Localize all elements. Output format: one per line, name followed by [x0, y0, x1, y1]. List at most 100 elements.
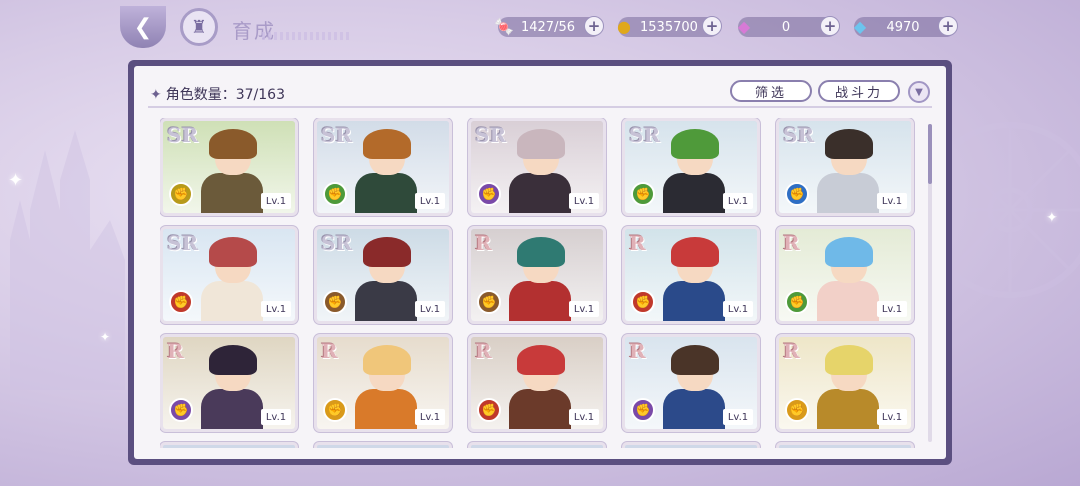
rarity-badge: R [783, 339, 800, 363]
sort-order-toggle[interactable]: ▼ [908, 81, 930, 103]
scrollbar-thumb[interactable] [928, 124, 932, 184]
scrollbar[interactable] [928, 124, 932, 442]
resource-pink-gem: ◆ 0 + [738, 16, 840, 37]
portrait-hair [363, 237, 411, 267]
character-portrait [663, 237, 725, 321]
portrait-body [663, 173, 725, 213]
portrait-body [201, 281, 263, 321]
element-icon: ✊ [323, 398, 347, 422]
element-icon: ✊ [169, 398, 193, 422]
character-portrait [817, 129, 879, 213]
element-icon: ✊ [323, 182, 347, 206]
element-icon: ✊ [477, 182, 501, 206]
level-label: Lv.1 [569, 301, 599, 317]
roster-inner: ✦ 角色数量：37/163 筛选 战斗力 ▼ SR ✊ Lv.1 SR ✊ Lv.1 SR ✊ L… [134, 66, 946, 459]
character-card[interactable]: R ✊ Lv.1 [776, 226, 914, 324]
character-card[interactable]: SR ✊ Lv.1 [468, 118, 606, 216]
portrait-body [509, 281, 571, 321]
rarity-badge: R [475, 339, 492, 363]
level-label: Lv.1 [261, 301, 291, 317]
portrait-hair [671, 129, 719, 159]
character-card-partial[interactable] [468, 442, 606, 448]
sort-button[interactable]: 战斗力 [818, 80, 900, 102]
add-blue-gem-button[interactable]: + [938, 16, 958, 36]
portrait-body [817, 281, 879, 321]
character-portrait [355, 345, 417, 429]
character-card[interactable]: SR ✊ Lv.1 [160, 226, 298, 324]
resource-stamina: 🍬 1427/56 + [494, 16, 604, 37]
portrait-hair [825, 345, 873, 375]
element-icon: ✊ [169, 182, 193, 206]
back-button[interactable]: ❮ [120, 6, 166, 48]
add-pink-gem-button[interactable]: + [820, 16, 840, 36]
top-bar: ❮ ♜ 育成 🍬 1427/56 + ● 1535700 + ◆ 0 + ◆ 4… [0, 0, 1080, 56]
element-icon: ✊ [631, 182, 655, 206]
element-icon: ✊ [785, 398, 809, 422]
level-label: Lv.1 [877, 409, 907, 425]
character-roster-panel: ✦ 角色数量：37/163 筛选 战斗力 ▼ SR ✊ Lv.1 SR ✊ Lv.1 SR ✊ L… [128, 60, 952, 465]
portrait-hair [363, 129, 411, 159]
character-card[interactable]: SR ✊ Lv.1 [622, 118, 760, 216]
element-icon: ✊ [785, 182, 809, 206]
element-icon: ✊ [323, 290, 347, 314]
element-icon: ✊ [477, 290, 501, 314]
resource-value: 1535700 [640, 19, 698, 35]
add-stamina-button[interactable]: + [584, 16, 604, 36]
character-card[interactable]: SR ✊ Lv.1 [776, 118, 914, 216]
portrait-body [817, 173, 879, 213]
portrait-body [509, 389, 571, 429]
portrait-hair [825, 129, 873, 159]
level-label: Lv.1 [261, 409, 291, 425]
portrait-body [509, 173, 571, 213]
home-button[interactable]: ♜ [180, 8, 218, 46]
sparkle-icon: ✦ [8, 170, 24, 191]
rarity-badge: R [475, 231, 492, 255]
character-portrait [817, 345, 879, 429]
portrait-body [663, 281, 725, 321]
character-card[interactable]: R ✊ Lv.1 [468, 334, 606, 432]
level-label: Lv.1 [415, 301, 445, 317]
pink-diamond-icon: ◆ [737, 16, 751, 36]
back-arrow-icon: ❮ [133, 14, 153, 40]
blue-diamond-icon: ◆ [853, 16, 867, 36]
resource-value: 0 [781, 19, 791, 35]
character-card[interactable]: SR ✊ Lv.1 [314, 118, 452, 216]
character-portrait [663, 129, 725, 213]
character-portrait [201, 237, 263, 321]
rarity-badge: SR [475, 123, 507, 147]
filter-button[interactable]: 筛选 [730, 80, 812, 102]
title-decoration [262, 32, 352, 40]
level-label: Lv.1 [569, 409, 599, 425]
rarity-badge: SR [321, 123, 353, 147]
character-count: ✦ 角色数量：37/163 [150, 84, 285, 104]
coin-icon: ● [617, 16, 631, 36]
character-card-partial[interactable] [776, 442, 914, 448]
character-card[interactable]: R ✊ Lv.1 [776, 334, 914, 432]
portrait-hair [209, 237, 257, 267]
character-portrait [509, 129, 571, 213]
character-portrait [201, 129, 263, 213]
portrait-hair [825, 237, 873, 267]
resource-value: 1427/56 [520, 19, 575, 35]
character-card[interactable]: R ✊ Lv.1 [622, 226, 760, 324]
character-portrait [663, 345, 725, 429]
portrait-hair [209, 129, 257, 159]
character-card[interactable]: R ✊ Lv.1 [622, 334, 760, 432]
character-card-partial[interactable] [622, 442, 760, 448]
character-grid: SR ✊ Lv.1 SR ✊ Lv.1 SR ✊ Lv.1 SR ✊ Lv.1 SR ✊ Lv.1 SR ✊ Lv… [160, 118, 928, 448]
triangle-down-icon: ▼ [915, 86, 923, 98]
character-card[interactable]: R ✊ Lv.1 [314, 334, 452, 432]
character-card-partial[interactable] [314, 442, 452, 448]
character-count-label: 角色数量：37/163 [165, 87, 285, 103]
portrait-hair [517, 345, 565, 375]
level-label: Lv.1 [723, 193, 753, 209]
character-card[interactable]: SR ✊ Lv.1 [314, 226, 452, 324]
level-label: Lv.1 [415, 193, 445, 209]
character-card[interactable]: R ✊ Lv.1 [160, 334, 298, 432]
add-gold-button[interactable]: + [702, 16, 722, 36]
character-card[interactable]: R ✊ Lv.1 [468, 226, 606, 324]
rarity-badge: R [321, 339, 338, 363]
character-card-partial[interactable] [160, 442, 298, 448]
rarity-badge: SR [167, 123, 199, 147]
character-card[interactable]: SR ✊ Lv.1 [160, 118, 298, 216]
